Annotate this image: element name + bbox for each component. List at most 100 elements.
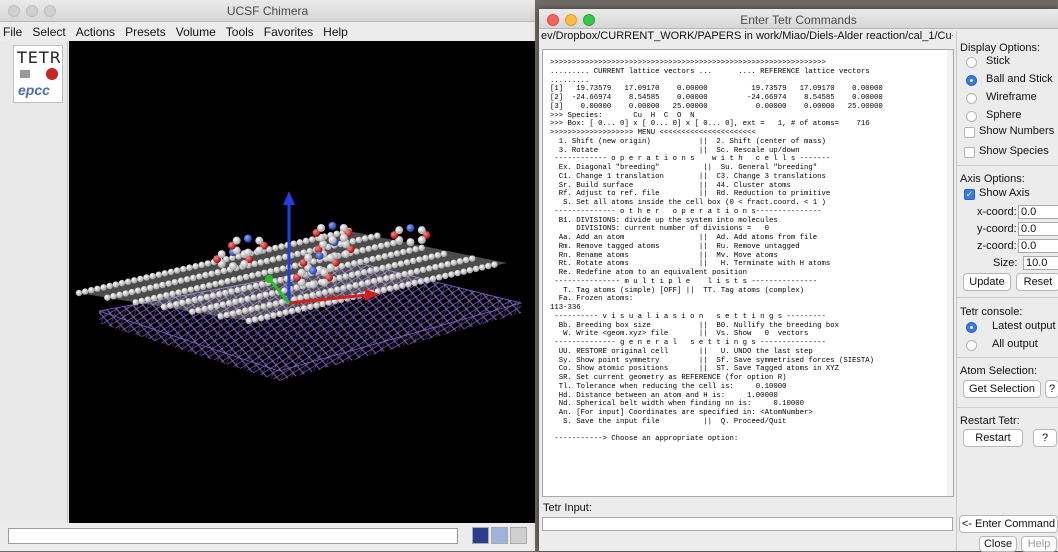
- carbon-atom: [122, 290, 129, 297]
- molecule-atom: [417, 236, 426, 245]
- carbon-atom: [278, 299, 286, 306]
- carbon-atom: [106, 282, 113, 290]
- molecule-atom: [320, 268, 329, 277]
- menu-select[interactable]: Select: [32, 23, 65, 41]
- menu-volume[interactable]: Volume: [176, 23, 216, 41]
- carbon-atom: [405, 281, 412, 288]
- carbon-atom: [193, 285, 201, 292]
- radio-stick[interactable]: [966, 57, 977, 68]
- carbon-atom: [272, 244, 279, 252]
- console-scrollbar[interactable]: [947, 50, 953, 496]
- x-coord-input[interactable]: 0.0: [1018, 205, 1058, 219]
- carbon-atom: [264, 313, 271, 320]
- search-icon[interactable]: [510, 527, 527, 544]
- carbon-atom: [185, 298, 192, 305]
- y-coord-label: y-coord:: [977, 223, 1017, 235]
- molecule-atom: [406, 224, 415, 233]
- carbon-atom: [268, 290, 276, 297]
- carbon-atom: [157, 293, 164, 300]
- carbon-atom: [302, 237, 310, 245]
- z-coord-input[interactable]: 0.0: [1018, 239, 1058, 253]
- chimera-window: UCSF Chimera File Select Actions Presets…: [0, 0, 535, 551]
- carbon-atom: [217, 313, 224, 320]
- show-numbers-checkbox[interactable]: [964, 127, 975, 138]
- radio-ball-and-stick[interactable]: [966, 75, 977, 86]
- show-species-checkbox[interactable]: [964, 147, 975, 158]
- update-button[interactable]: Update: [963, 273, 1011, 291]
- menu-favorites[interactable]: Favorites: [264, 23, 313, 41]
- carbon-atom: [220, 267, 228, 275]
- tetr-logo[interactable]: TETR epcc: [13, 45, 63, 103]
- menu-actions[interactable]: Actions: [76, 23, 115, 41]
- stop-icon[interactable]: [491, 527, 508, 544]
- molecule-atom: [297, 268, 306, 277]
- radio-sphere[interactable]: [966, 111, 977, 122]
- carbon-atom: [186, 264, 193, 271]
- carbon-atom: [255, 270, 262, 278]
- menu-help[interactable]: Help: [323, 23, 348, 41]
- carbon-atom: [263, 257, 271, 265]
- help-button[interactable]: Help: [1021, 536, 1057, 552]
- tetr-console-output[interactable]: >>>>>>>>>>>>>>>>>>>>>>>>>>>>>>>>>>>>>>>>…: [542, 49, 954, 497]
- menu-file[interactable]: File: [3, 23, 22, 41]
- carbon-atom: [275, 255, 283, 262]
- carbon-atom: [360, 269, 368, 276]
- molecule-atom: [240, 260, 249, 269]
- get-selection-button[interactable]: Get Selection: [963, 380, 1041, 398]
- carbon-atom: [367, 233, 375, 241]
- carbon-atom: [208, 270, 215, 277]
- carbon-atom: [140, 286, 148, 293]
- chimera-command-line[interactable]: [8, 528, 458, 544]
- reset-button[interactable]: Reset: [1016, 273, 1058, 291]
- carbon-atom: [288, 307, 296, 315]
- close-button[interactable]: Close: [979, 536, 1017, 552]
- y-coord-input[interactable]: 0.0: [1018, 222, 1058, 236]
- carbon-atom: [442, 272, 449, 280]
- carbon-atom: [294, 250, 301, 258]
- carbon-atom: [387, 251, 395, 259]
- carbon-atom: [198, 261, 205, 269]
- menu-presets[interactable]: Presets: [125, 23, 166, 41]
- carbon-atom: [257, 259, 264, 266]
- enter-command-button[interactable]: <- Enter Command: [959, 515, 1058, 533]
- radio-all-output[interactable]: [966, 340, 977, 351]
- restart-help-button[interactable]: ?: [1033, 429, 1057, 447]
- carbon-atom: [112, 281, 120, 288]
- restart-button[interactable]: Restart: [963, 429, 1023, 447]
- working-directory-path: ev/Dropbox/CURRENT_WORK/PAPERS in work/M…: [541, 30, 953, 42]
- carbon-atom: [315, 290, 323, 297]
- menu-tools[interactable]: Tools: [226, 23, 254, 41]
- carbon-atom: [236, 275, 244, 282]
- atom-selection-help-button[interactable]: ?: [1045, 380, 1058, 398]
- carbon-atom: [309, 291, 316, 299]
- sphere-label: Sphere: [986, 109, 1022, 121]
- carbon-atom: [195, 307, 202, 314]
- carbon-atom: [218, 279, 225, 286]
- size-input[interactable]: 10.0: [1023, 256, 1058, 270]
- carbon-atom: [223, 311, 231, 319]
- carbon-atom: [363, 257, 370, 264]
- carbon-atom: [191, 296, 198, 304]
- carbon-atom: [234, 286, 241, 294]
- show-axis-checkbox[interactable]: ✓: [964, 189, 975, 200]
- carbon-atom: [192, 263, 199, 270]
- carbon-atom: [410, 257, 417, 265]
- carbon-atom: [403, 259, 411, 266]
- molecule-atom: [339, 233, 348, 242]
- carbon-atom: [418, 244, 425, 252]
- carbon-atom: [132, 299, 139, 306]
- section-divider: [957, 165, 1058, 166]
- carbon-atom: [165, 280, 172, 287]
- radio-latest-output[interactable]: [966, 322, 977, 333]
- molecule-viewer[interactable]: [69, 41, 535, 523]
- tetr-input-field[interactable]: [542, 517, 953, 531]
- carbon-atom: [256, 292, 264, 300]
- carbon-atom: [307, 303, 314, 311]
- z-coord-label: z-coord:: [977, 240, 1017, 252]
- axis-options-heading: Axis Options:: [960, 173, 1025, 185]
- carbon-atom: [197, 295, 205, 302]
- carbon-atom: [269, 256, 277, 263]
- carbon-atom: [166, 302, 174, 309]
- radio-wireframe[interactable]: [966, 93, 977, 104]
- graphics-icon[interactable]: [472, 527, 489, 544]
